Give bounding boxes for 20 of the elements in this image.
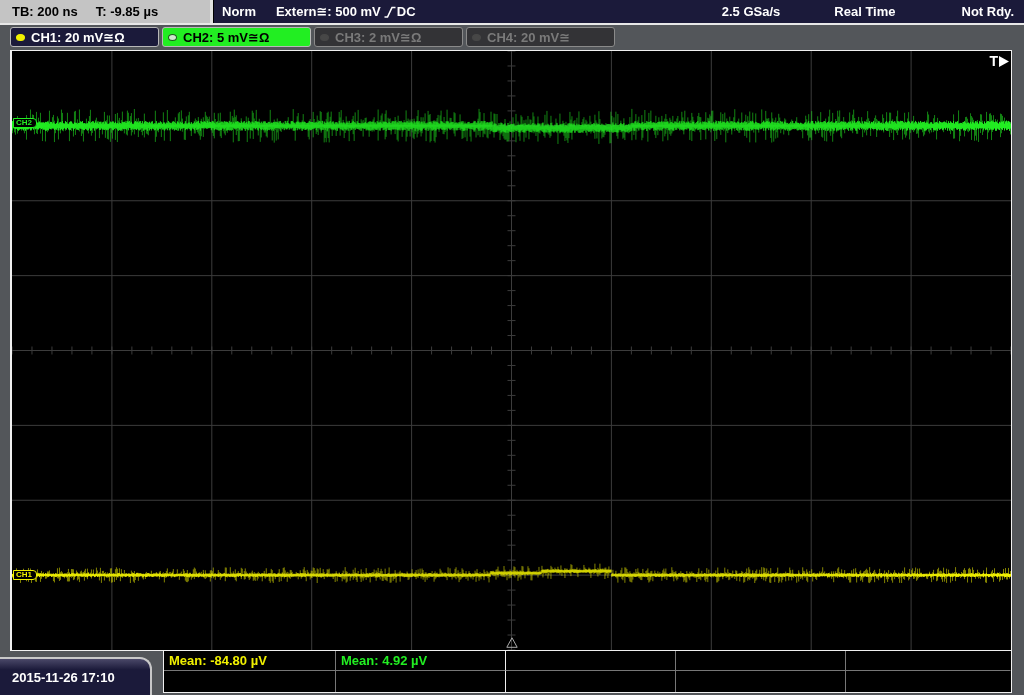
timebase-label: TB: 200 ns [12,4,78,19]
play-triangle-icon [999,55,1009,67]
acquisition-mode-label: Real Time [834,4,896,19]
trigger-mode-label: Norm [222,4,256,19]
trigger-coupling-label: DC [396,4,416,19]
measurement-cell: Mean: 4.92 µV [336,651,506,671]
trigger-position-icon [506,637,518,648]
status-label: Not Rdy. [961,4,1014,19]
timestamp: 2015-11-26 17:10 [0,657,152,695]
trigger-source-label: Extern≅: 500 mV [275,4,381,19]
rising-edge-icon [383,5,396,18]
channel-marker: CH2 [13,118,37,128]
measurement-cell: Mean: -84.80 µV [164,651,336,671]
trigger-marker: T [989,54,998,68]
channel-tab[interactable]: CH2: 5 mV≅Ω [162,27,311,47]
sample-rate-label: 2.5 GSa/s [721,4,781,19]
trigger-offset-label: T: -9.85 µs [95,4,159,19]
channel-marker: CH1 [13,570,37,580]
channel-dot-icon [168,33,177,41]
channel-tab[interactable]: CH1: 20 mV≅Ω [10,27,159,47]
